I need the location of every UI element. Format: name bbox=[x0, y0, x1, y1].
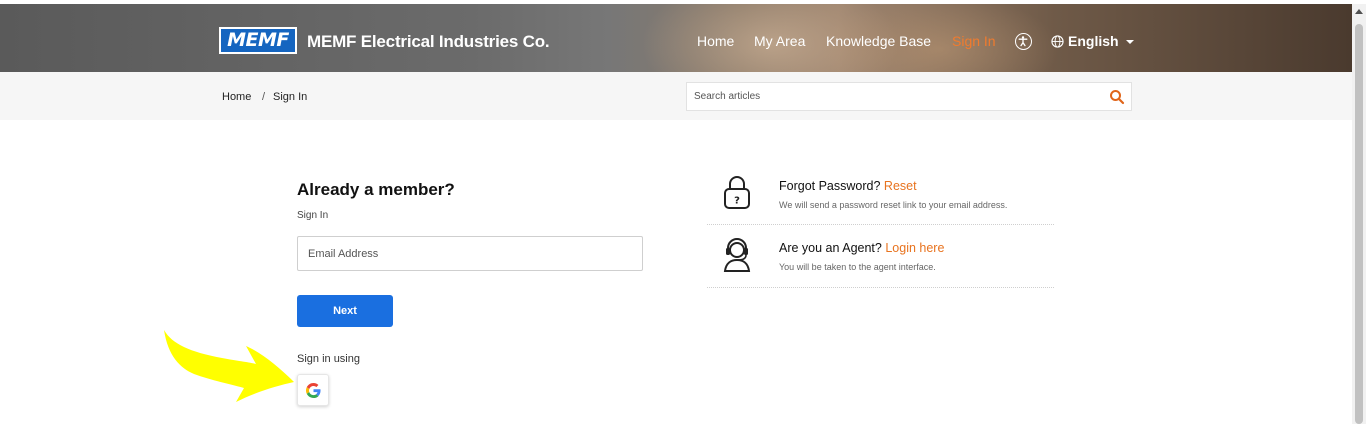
search-box bbox=[686, 82, 1132, 111]
forgot-password-row: ? Forgot Password? Reset We will send a … bbox=[707, 168, 1054, 225]
nav-my-area[interactable]: My Area bbox=[754, 33, 805, 49]
yellow-arrow-icon bbox=[164, 330, 294, 402]
language-selector[interactable]: English bbox=[1051, 33, 1134, 49]
padlock-question-icon: ? bbox=[724, 176, 750, 209]
globe-icon bbox=[1051, 34, 1064, 48]
memf-logo[interactable]: MEMF bbox=[219, 27, 297, 54]
agent-login-link[interactable]: Login here bbox=[885, 241, 944, 255]
google-sign-in-button[interactable] bbox=[297, 374, 329, 406]
svg-text:?: ? bbox=[734, 196, 740, 207]
search-input[interactable] bbox=[687, 83, 1097, 110]
site-header: MEMF MEMF Electrical Industries Co. Home… bbox=[0, 4, 1352, 72]
scroll-up-arrow-icon[interactable] bbox=[1355, 9, 1363, 14]
next-button[interactable]: Next bbox=[297, 295, 393, 327]
scroll-thumb[interactable] bbox=[1355, 24, 1363, 424]
login-heading: Already a member? bbox=[297, 180, 455, 199]
breadcrumb-current: Sign In bbox=[273, 91, 308, 103]
search-icon[interactable] bbox=[1109, 89, 1125, 105]
breadcrumb-separator: / bbox=[262, 91, 266, 103]
reset-link[interactable]: Reset bbox=[884, 179, 917, 193]
headset-agent-icon bbox=[723, 238, 751, 272]
sign-in-using-label: Sign in using bbox=[297, 353, 360, 365]
forgot-password-desc: We will send a password reset link to yo… bbox=[779, 200, 1008, 210]
google-icon bbox=[306, 383, 321, 398]
accessibility-icon[interactable] bbox=[1015, 33, 1032, 50]
agent-login-row: Are you an Agent? Login here You will be… bbox=[707, 225, 1054, 288]
nav-knowledge-base[interactable]: Knowledge Base bbox=[826, 33, 931, 49]
agent-title: Are you an Agent? Login here bbox=[779, 241, 945, 255]
chevron-down-icon bbox=[1125, 40, 1134, 44]
vertical-scrollbar[interactable] bbox=[1352, 4, 1366, 424]
agent-desc: You will be taken to the agent interface… bbox=[779, 262, 936, 272]
nav-sign-in[interactable]: Sign In bbox=[952, 33, 996, 49]
forgot-password-title: Forgot Password? Reset bbox=[779, 179, 917, 193]
breadcrumb-home[interactable]: Home bbox=[222, 91, 251, 103]
email-field[interactable] bbox=[297, 236, 643, 271]
logo-text: MEMF bbox=[221, 29, 295, 52]
brand-name[interactable]: MEMF Electrical Industries Co. bbox=[307, 32, 550, 52]
language-label: English bbox=[1068, 33, 1119, 49]
nav-home[interactable]: Home bbox=[697, 33, 734, 49]
breadcrumb-bar: Home / Sign In bbox=[0, 72, 1352, 120]
login-subheading: Sign In bbox=[297, 210, 329, 221]
